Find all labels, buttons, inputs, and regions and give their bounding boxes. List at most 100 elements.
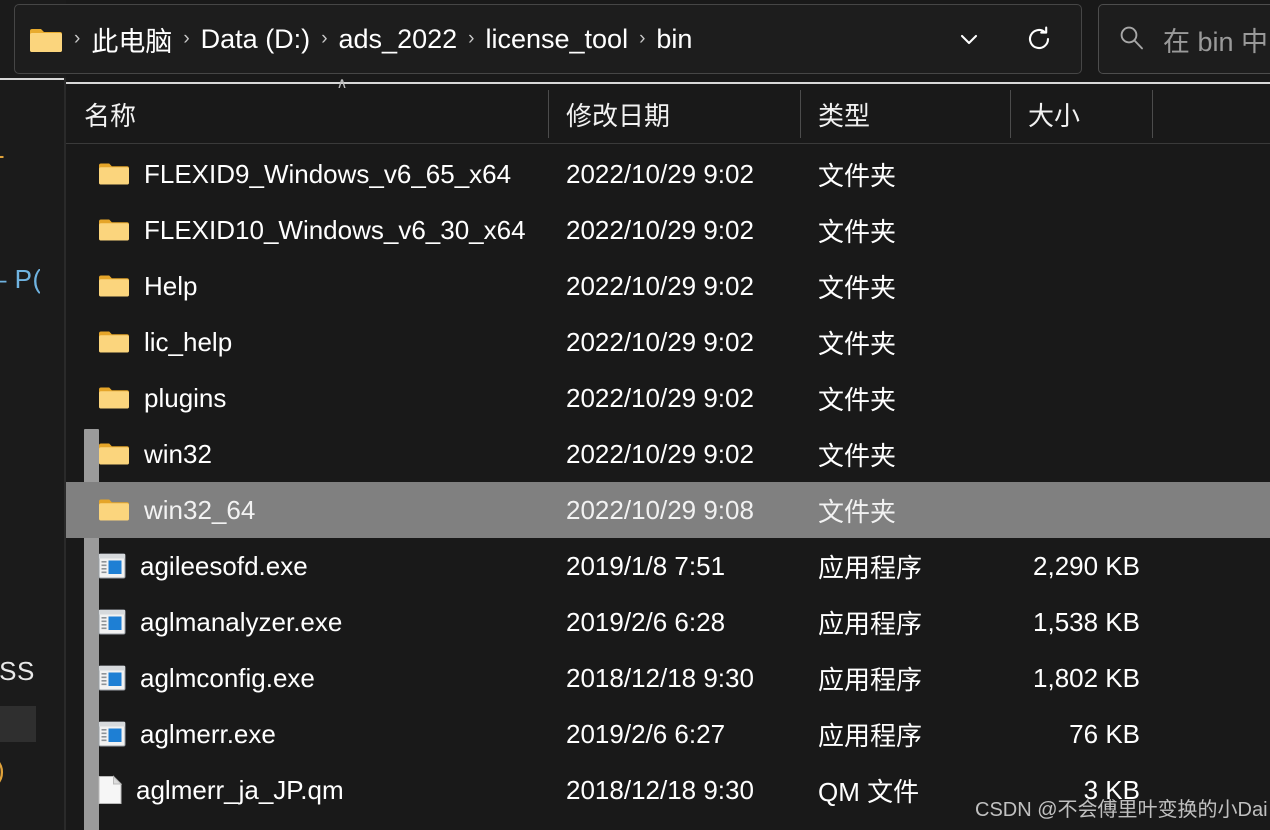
folder-icon <box>98 161 130 187</box>
breadcrumb-separator: › <box>183 28 190 49</box>
breadcrumb-separator: › <box>74 28 81 49</box>
background-text-fragment: - <box>0 140 5 171</box>
file-row[interactable]: aglmanalyzer.exe 2019/2/6 6:28 应用程序 1,538 K… <box>66 594 1270 650</box>
breadcrumb-item-4[interactable]: bin <box>650 22 698 57</box>
file-type-cell: 文件夹 <box>818 272 897 303</box>
file-row[interactable]: plugins 2022/10/29 9:02 文件夹 <box>66 370 1270 426</box>
file-name-cell[interactable]: lic_help <box>66 327 548 358</box>
search-box[interactable]: 在 bin 中 <box>1098 4 1270 74</box>
file-name-cell[interactable]: aglmerr.exe <box>66 719 548 750</box>
file-type-cell: 应用程序 <box>818 552 923 583</box>
file-date-cell: 2019/1/8 7:51 <box>566 550 726 581</box>
file-date-cell: 2022/10/29 9:02 <box>566 270 754 301</box>
file-name-cell[interactable]: aglmconfig.exe <box>66 663 548 694</box>
file-size-cell: 1,538 KB <box>1033 606 1140 637</box>
breadcrumb-item-1[interactable]: Data (D:) <box>195 22 317 57</box>
file-name-label: Help <box>144 270 198 301</box>
file-name-label: plugins <box>144 382 227 413</box>
file-name-label: lic_help <box>144 326 233 357</box>
file-explorer-window: -– P(-SS) ›此电脑›Data (D:)›ads_2022›licens… <box>0 0 1270 830</box>
background-text-fragment: – P( <box>0 264 42 294</box>
file-date-cell: 2019/2/6 6:28 <box>566 606 726 637</box>
exe-icon <box>98 665 126 691</box>
file-name-cell[interactable]: agileesofd.exe <box>66 551 548 582</box>
file-name-label: aglmanalyzer.exe <box>140 606 343 637</box>
file-type-cell: 应用程序 <box>818 664 923 695</box>
file-row[interactable]: agileesofd.exe 2019/1/8 7:51 应用程序 2,290 KB <box>66 538 1270 594</box>
file-name-cell[interactable]: aglmanalyzer.exe <box>66 607 548 638</box>
file-row[interactable]: FLEXID9_Windows_v6_65_x64 2022/10/29 9:02… <box>66 146 1270 202</box>
background-window-box <box>0 706 36 742</box>
background-text-fragment: -SS <box>0 656 35 686</box>
file-row[interactable]: aglmconfig.exe 2018/12/18 9:30 应用程序 1,802 K… <box>66 650 1270 706</box>
file-name-label: agileesofd.exe <box>140 550 308 581</box>
csdn-watermark: CSDN @不会傅里叶变换的小Dai <box>975 799 1268 821</box>
file-date-cell: 2019/2/6 6:27 <box>566 718 726 749</box>
column-header-date-label: 修改日期 <box>566 100 671 131</box>
file-date-cell: 2022/10/29 9:02 <box>566 214 754 245</box>
file-name-label: win32_64 <box>144 494 256 525</box>
file-type-cell: 文件夹 <box>818 496 897 527</box>
file-date-cell: 2022/10/29 9:02 <box>566 326 754 357</box>
file-name-label: aglmconfig.exe <box>140 662 315 693</box>
folder-icon <box>98 217 130 243</box>
file-name-cell[interactable]: aglmerr_ja_JP.qm <box>66 775 548 806</box>
file-type-cell: 应用程序 <box>818 720 923 751</box>
file-date-cell: 2022/10/29 9:02 <box>566 438 754 469</box>
file-date-cell: 2018/12/18 9:30 <box>566 774 754 805</box>
refresh-icon[interactable] <box>1017 17 1061 61</box>
column-header-type-label: 类型 <box>818 100 871 131</box>
exe-icon <box>98 721 126 747</box>
column-header-size-label: 大小 <box>1028 100 1081 131</box>
file-type-cell: 文件夹 <box>818 216 897 247</box>
file-name-label: aglmerr.exe <box>140 718 276 749</box>
exe-icon <box>98 609 126 635</box>
breadcrumb[interactable]: › 此电脑 › Data (D:) › ads_2022 › license_tool › bin <box>69 18 947 61</box>
folder-icon <box>98 497 130 523</box>
file-name-cell[interactable]: plugins <box>66 383 548 414</box>
file-date-cell: 2018/12/18 9:30 <box>566 662 754 693</box>
file-name-cell[interactable]: FLEXID10_Windows_v6_30_x64 <box>66 215 548 246</box>
column-header-row: 名称 ∧ 修改日期 类型 大小 <box>66 76 1270 144</box>
folder-icon <box>98 441 130 467</box>
file-name-cell[interactable]: win32 <box>66 439 548 470</box>
file-name-cell[interactable]: FLEXID9_Windows_v6_65_x64 <box>66 159 548 190</box>
search-icon <box>1117 23 1145 56</box>
file-row[interactable]: aglmerr.exe 2019/2/6 6:27 应用程序 76 KB <box>66 706 1270 762</box>
file-type-cell: 文件夹 <box>818 160 897 191</box>
breadcrumb-separator: › <box>468 28 475 49</box>
file-name-cell[interactable]: Help <box>66 271 548 302</box>
breadcrumb-item-2[interactable]: ads_2022 <box>333 22 464 57</box>
file-row[interactable]: Help 2022/10/29 9:02 文件夹 <box>66 258 1270 314</box>
sort-ascending-icon: ∧ <box>336 75 348 92</box>
folder-icon <box>98 385 130 411</box>
file-name-label: FLEXID10_Windows_v6_30_x64 <box>144 214 526 245</box>
file-row[interactable]: FLEXID10_Windows_v6_30_x64 2022/10/29 9:0… <box>66 202 1270 258</box>
file-row[interactable]: win32_64 2022/10/29 9:08 文件夹 <box>66 482 1270 538</box>
file-row[interactable]: win32 2022/10/29 9:02 文件夹 <box>66 426 1270 482</box>
column-header-name[interactable]: 名称 ∧ <box>66 76 548 144</box>
background-text-fragment: ) <box>0 755 5 786</box>
chevron-down-icon[interactable] <box>947 17 991 61</box>
column-header-name-label: 名称 <box>84 100 137 131</box>
breadcrumb-item-3[interactable]: license_tool <box>479 22 634 57</box>
file-size-cell: 76 KB <box>1069 718 1140 749</box>
breadcrumb-separator: › <box>639 28 646 49</box>
column-header-type[interactable]: 类型 <box>800 84 1010 144</box>
doc-icon <box>98 775 122 805</box>
file-list[interactable]: FLEXID9_Windows_v6_65_x64 2022/10/29 9:02… <box>66 146 1270 830</box>
background-window-top-divider <box>0 78 66 80</box>
file-row[interactable]: lic_help 2022/10/29 9:02 文件夹 <box>66 314 1270 370</box>
vertical-scrollbar-track[interactable] <box>40 84 99 830</box>
address-bar-actions <box>947 17 1067 61</box>
address-bar[interactable]: › 此电脑 › Data (D:) › ads_2022 › license_tool › bin <box>14 4 1082 74</box>
column-header-size[interactable]: 大小 <box>1010 84 1152 144</box>
column-header-date-modified[interactable]: 修改日期 <box>548 84 800 144</box>
search-input-placeholder[interactable]: 在 bin 中 <box>1163 20 1268 59</box>
file-date-cell: 2022/10/29 9:02 <box>566 382 754 413</box>
breadcrumb-item-0[interactable]: 此电脑 <box>85 18 178 61</box>
file-name-label: aglmerr_ja_JP.qm <box>136 774 344 805</box>
file-name-cell[interactable]: win32_64 <box>66 495 548 526</box>
breadcrumb-separator: › <box>321 28 328 49</box>
file-type-cell: 文件夹 <box>818 384 897 415</box>
